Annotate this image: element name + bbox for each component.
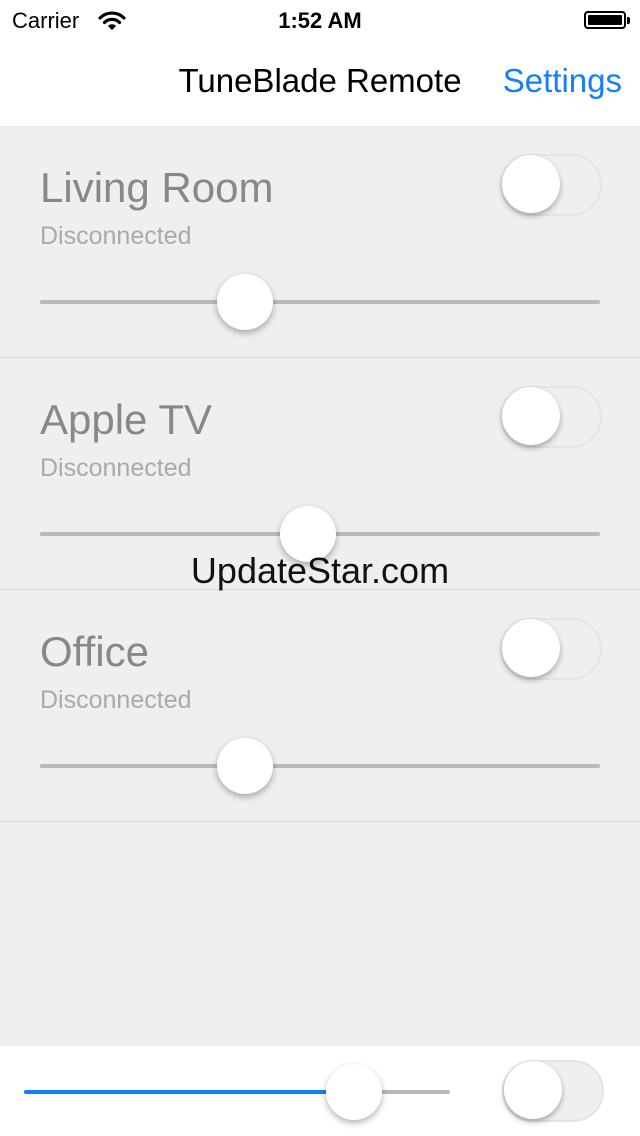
speaker-status: Disconnected — [40, 222, 192, 250]
volume-slider[interactable] — [40, 738, 600, 794]
watermark-text: UpdateStar.com — [190, 550, 450, 591]
master-toggle[interactable] — [502, 1060, 604, 1122]
speaker-status: Disconnected — [40, 686, 192, 714]
slider-fill — [40, 300, 245, 304]
slider-thumb[interactable] — [216, 274, 273, 330]
speaker-toggle[interactable] — [500, 154, 602, 216]
speaker-name: Living Room — [40, 164, 274, 211]
speaker-toggle[interactable] — [500, 618, 602, 680]
speaker-toggle[interactable] — [500, 386, 602, 448]
speaker-list: Living Room Disconnected Apple TV Discon… — [0, 126, 640, 822]
clock: 1:52 AM — [278, 8, 362, 33]
settings-button[interactable]: Settings — [503, 62, 622, 100]
slider-fill — [40, 532, 309, 536]
master-volume-slider[interactable] — [24, 1064, 450, 1120]
toggle-knob — [502, 387, 560, 445]
slider-fill — [24, 1090, 355, 1094]
speaker-name: Office — [40, 628, 149, 675]
status-bar: Carrier 1:52 AM — [0, 0, 640, 42]
toggle-knob — [502, 155, 560, 213]
master-controls — [0, 1046, 640, 1136]
battery-icon — [584, 11, 630, 29]
slider-thumb[interactable] — [216, 738, 273, 794]
slider-fill — [40, 764, 245, 768]
slider-thumb[interactable] — [326, 1064, 383, 1120]
toggle-knob — [502, 619, 560, 677]
speaker-name: Apple TV — [40, 396, 212, 443]
speaker-status: Disconnected — [40, 454, 192, 482]
navigation-bar: TuneBlade Remote Settings — [0, 42, 640, 126]
volume-slider[interactable] — [40, 274, 600, 330]
speaker-row-living-room: Living Room Disconnected — [0, 126, 640, 358]
speaker-row-office: Office Disconnected — [0, 590, 640, 822]
toggle-knob — [504, 1061, 562, 1119]
